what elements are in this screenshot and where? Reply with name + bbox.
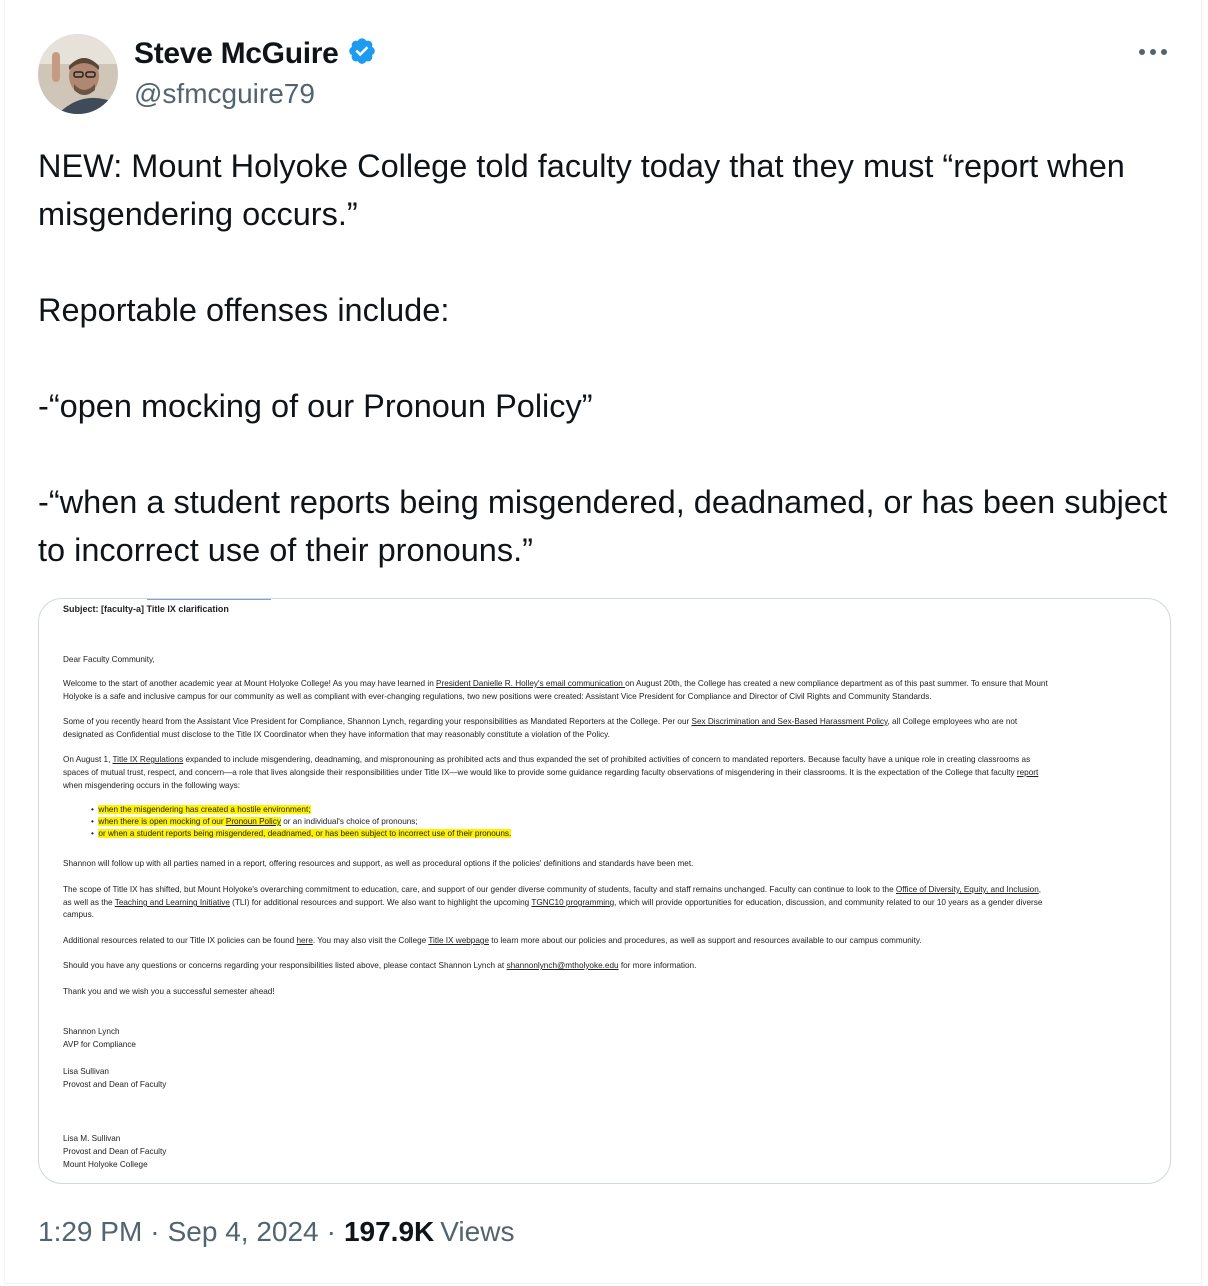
email-link[interactable]: Pronoun Policy: [225, 817, 281, 826]
email-line: as well as the Teaching and Learning Ini…: [63, 898, 1043, 907]
email-line: Some of you recently heard from the Assi…: [63, 717, 1018, 726]
views-label: Views: [440, 1216, 515, 1247]
email-link[interactable]: TGNC10 programming: [531, 898, 614, 907]
email-link[interactable]: shannonlynch@mtholyoke.edu: [506, 961, 618, 970]
tweet-time[interactable]: 1:29 PM: [38, 1216, 142, 1248]
email-link[interactable]: Teaching and Learning Initiative: [115, 898, 230, 907]
email-link[interactable]: President Danielle R. Holley's email com…: [436, 679, 625, 688]
separator-dot: ·: [150, 1216, 160, 1247]
email-line: when misgendering occurs in the followin…: [63, 781, 241, 790]
email-document: Subject: [faculty-a] Title IX clarificat…: [39, 599, 1170, 1183]
email-line: Thank you and we wish you a successful s…: [63, 987, 275, 996]
signature-name: Lisa Sullivan: [63, 1067, 109, 1076]
author-row: Steve McGuire: [134, 36, 377, 71]
tweet-paragraph: -“open mocking of our Pronoun Policy”: [38, 388, 593, 424]
email-link[interactable]: Title IX webpage: [428, 936, 489, 945]
email-line: Welcome to the start of another academic…: [63, 679, 1048, 688]
separator-dot: ·: [326, 1216, 336, 1247]
email-bullet-list: • when the misgendering has created a ho…: [91, 804, 512, 840]
email-line: Shannon will follow up with all parties …: [63, 859, 694, 868]
tweet-paragraph: NEW: Mount Holyoke College told faculty …: [38, 148, 1125, 232]
signature-title: Provost and Dean of Faculty: [63, 1080, 167, 1089]
signature-name: Lisa M. Sullivan: [63, 1134, 121, 1143]
attached-image[interactable]: Subject: [faculty-a] Title IX clarificat…: [38, 598, 1171, 1184]
views-count: 197.9K: [343, 1216, 435, 1247]
list-item: • or when a student reports being misgen…: [91, 829, 512, 838]
email-link[interactable]: Sex Discrimination and Sex-Based Harassm…: [692, 717, 888, 726]
author-handle[interactable]: @sfmcguire79: [134, 78, 315, 110]
email-link[interactable]: report: [1017, 768, 1038, 777]
email-line: designated as Confidential must disclose…: [63, 730, 610, 739]
email-line: On August 1, Title IX Regulations expand…: [63, 755, 1031, 764]
email-link[interactable]: Office of Diversity, Equity, and Inclusi…: [896, 885, 1039, 894]
signature-name: Shannon Lynch: [63, 1027, 120, 1036]
avatar[interactable]: [38, 34, 118, 114]
email-greeting: Dear Faculty Community,: [63, 655, 155, 664]
email-line: Holyoke is a safe and inclusive campus f…: [63, 692, 932, 701]
list-item: • when the misgendering has created a ho…: [91, 805, 311, 814]
email-line: spaces of mutual trust, respect, and con…: [63, 768, 1039, 777]
tweet-paragraph: Reportable offenses include:: [38, 292, 450, 328]
signature-title: Provost and Dean of Faculty: [63, 1147, 167, 1156]
list-item: • when there is open mocking of our Pron…: [91, 817, 418, 826]
signature-title: AVP for Compliance: [63, 1040, 136, 1049]
verified-badge-icon: [347, 36, 377, 71]
divider: [147, 599, 271, 600]
email-line: Should you have any questions or concern…: [63, 961, 697, 970]
tweet-paragraph: -“when a student reports being misgender…: [38, 484, 1168, 568]
email-line: Additional resources related to our Titl…: [63, 936, 922, 945]
email-line: The scope of Title IX has shifted, but M…: [63, 885, 1042, 894]
email-subject: Subject: [faculty-a] Title IX clarificat…: [63, 604, 229, 614]
email-link[interactable]: Title IX Regulations: [112, 755, 183, 764]
tweet-text: NEW: Mount Holyoke College told faculty …: [38, 142, 1178, 574]
tweet-date[interactable]: Sep 4, 2024: [168, 1216, 319, 1248]
email-link[interactable]: here: [296, 936, 312, 945]
signature-org: Mount Holyoke College: [63, 1160, 148, 1169]
more-options-icon[interactable]: [1135, 40, 1171, 64]
author-name[interactable]: Steve McGuire: [134, 37, 339, 71]
tweet-meta: 1:29 PM · Sep 4, 2024 · 197.9K Views: [38, 1216, 514, 1248]
email-line: campus.: [63, 910, 94, 919]
